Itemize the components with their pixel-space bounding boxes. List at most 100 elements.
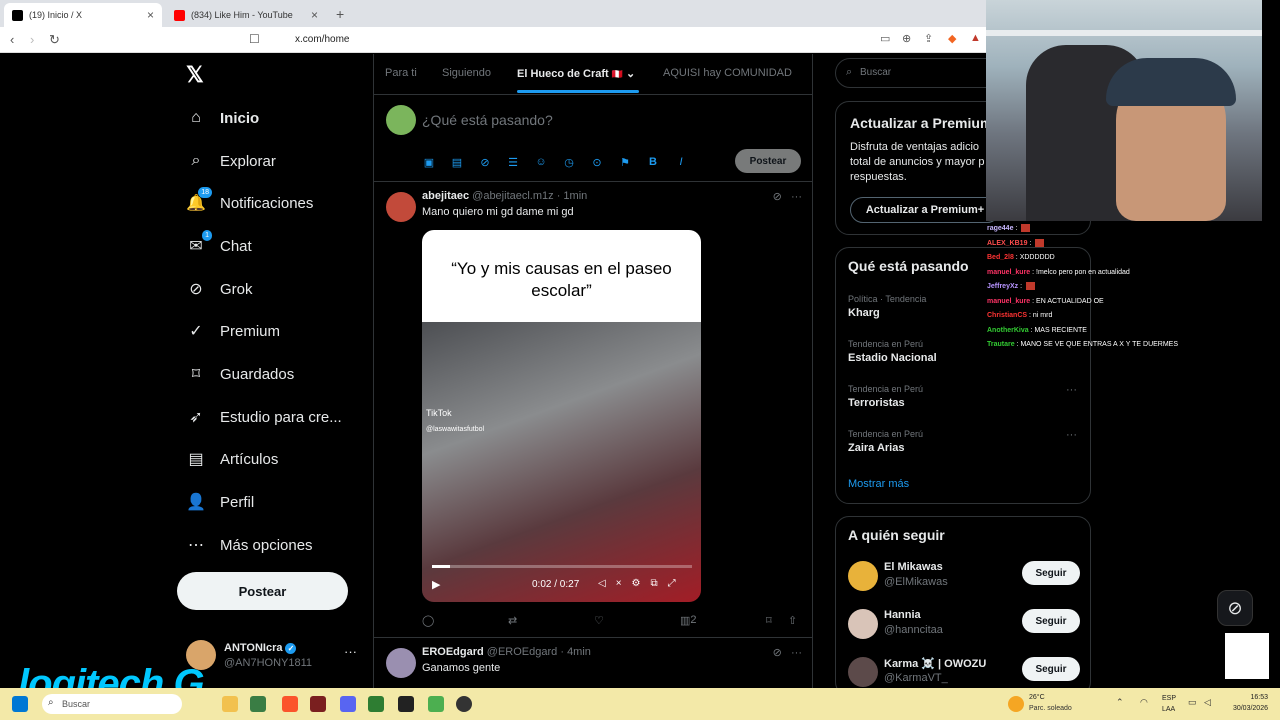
back-icon[interactable]: ‹ (10, 32, 14, 47)
taskbar-search[interactable]: ⌕ Buscar (42, 694, 182, 714)
bookmark-icon[interactable]: ⌑ (766, 614, 772, 627)
bold-icon[interactable]: B (646, 155, 660, 169)
network-icon[interactable]: ▭ (1188, 697, 1197, 708)
more-icon[interactable]: ··· (1066, 384, 1077, 396)
follow-button[interactable]: Seguir (1022, 609, 1080, 633)
video-frame[interactable]: TikTok @laswawitasfutbol ▶ 0:02 / 0:27 ◁… (422, 322, 701, 602)
tweet-author-handle[interactable]: @abejitaecl.m1z (472, 190, 553, 202)
app-icon[interactable] (368, 696, 384, 712)
zoom-icon[interactable]: ⊕ (902, 32, 911, 45)
tweet-time[interactable]: 1min (563, 190, 587, 202)
grok-icon[interactable]: ⊘ (478, 155, 492, 169)
follow-name[interactable]: Karma ☠️ | OWOZU (884, 657, 986, 670)
volume-icon[interactable]: ◁ (1204, 697, 1211, 708)
reply-icon[interactable]: ◯ (422, 614, 434, 627)
app-icon[interactable] (310, 696, 326, 712)
tweet[interactable]: EROEdgard @EROEdgard · 4min ⊘ ··· Ganamo… (374, 638, 812, 694)
windows-start-icon[interactable] (12, 696, 28, 712)
avatar[interactable] (848, 561, 878, 591)
follow-handle[interactable]: @hanncitaa (884, 624, 943, 636)
tweet-video[interactable]: “Yo y mis causas en el paseo escolar” Ti… (422, 230, 701, 602)
clock[interactable]: 16:53 (1222, 694, 1268, 701)
close-tab-icon[interactable]: × (147, 8, 154, 22)
compose-post-button[interactable]: Postear (735, 149, 801, 173)
capcut-icon[interactable] (398, 696, 414, 712)
brave-icon[interactable] (282, 696, 298, 712)
sidebar-item-bookmark[interactable]: ⌑ Guardados (186, 359, 294, 389)
tab-para-ti[interactable]: Para ti (385, 67, 417, 79)
flag-icon[interactable]: ⚑ (618, 155, 632, 169)
image-icon[interactable]: ▣ (422, 155, 436, 169)
trend-item[interactable]: Tendencia en Perú Zaira Arias (848, 429, 923, 454)
tweet-time[interactable]: 4min (567, 646, 591, 658)
emoji-icon[interactable]: ☺ (534, 155, 548, 169)
grok-icon[interactable]: ⊘ (773, 191, 782, 203)
browser-tab-youtube[interactable]: (834) Like Him - YouTube × (166, 3, 326, 27)
url-field[interactable]: x.com/home (295, 34, 349, 45)
region-label[interactable]: LAA (1162, 706, 1175, 713)
italic-icon[interactable]: I (674, 155, 688, 169)
date[interactable]: 30/03/2026 (1222, 705, 1268, 712)
tweet[interactable]: abejitaec @abejitaecl.m1z · 1min ⊘ ··· M… (374, 182, 812, 638)
follow-suggestion[interactable]: El Mikawas @ElMikawas Seguir (848, 559, 1084, 595)
schedule-icon[interactable]: ◷ (562, 155, 576, 169)
bookmark-page-icon[interactable]: ☐ (249, 32, 260, 46)
tweet-author-handle[interactable]: @EROEdgard (487, 646, 557, 658)
share-icon[interactable]: ⇪ (924, 32, 933, 45)
sidebar-item-search[interactable]: ⌕ Explorar (186, 146, 276, 176)
fullscreen-icon[interactable]: ⤢ (668, 578, 686, 589)
poll-icon[interactable]: ☰ (506, 155, 520, 169)
post-button[interactable]: Postear (177, 572, 348, 610)
upgrade-premium-button[interactable]: Actualizar a Premium+ (850, 197, 1000, 223)
file-explorer-icon[interactable] (222, 696, 238, 712)
sidebar-item-chat[interactable]: ✉ 1 Chat (186, 230, 252, 261)
views-icon[interactable]: ▥ 2 (680, 614, 697, 627)
follow-name[interactable]: Hannia (884, 609, 921, 621)
tab-aquisi[interactable]: AQUISI hay COMUNIDAD (663, 67, 792, 79)
more-icon[interactable]: ··· (791, 191, 802, 203)
play-icon[interactable]: ▶ (432, 578, 440, 591)
follow-button[interactable]: Seguir (1022, 657, 1080, 681)
account-switcher[interactable]: ANTONIcra ✓ @AN7HONY1811 ··· (186, 640, 361, 674)
close-tab-icon[interactable]: × (311, 8, 318, 22)
tab-siguiendo[interactable]: Siguiendo (442, 67, 491, 79)
app-icon[interactable] (250, 696, 266, 712)
mute-icon[interactable]: ◁× (598, 578, 632, 589)
wifi-icon[interactable]: ◠ (1140, 697, 1148, 708)
follow-name[interactable]: El Mikawas (884, 561, 943, 573)
sidebar-item-article[interactable]: ▤ Artículos (186, 444, 278, 474)
follow-suggestion[interactable]: Hannia @hanncitaa Seguir (848, 607, 1084, 643)
screen-icon[interactable]: ▭ (880, 32, 890, 45)
tweet-author-name[interactable]: EROEdgard (422, 646, 484, 658)
avatar[interactable] (848, 657, 878, 687)
language-label[interactable]: ESP (1162, 695, 1176, 702)
obs-icon[interactable] (456, 696, 472, 712)
tab-community[interactable]: El Hueco de Craft 🇵🇪 ⌄ (517, 67, 635, 80)
rewards-icon[interactable]: ▲ (970, 32, 981, 44)
avatar[interactable] (848, 609, 878, 639)
sidebar-item-bell[interactable]: 🔔 18 Notificaciones (186, 187, 313, 218)
share-icon[interactable]: ⇧ (788, 614, 797, 627)
follow-button[interactable]: Seguir (1022, 561, 1080, 585)
reload-icon[interactable]: ↻ (49, 32, 60, 48)
discord-icon[interactable] (340, 696, 356, 712)
sidebar-item-home[interactable]: ⌂ Inicio (186, 103, 259, 133)
avatar[interactable] (386, 648, 416, 678)
trend-item[interactable]: Política · Tendencia Kharg (848, 294, 926, 319)
follow-suggestion[interactable]: Karma ☠️ | OWOZU @KarmaVT_ Seguir (848, 655, 1084, 691)
sidebar-item-grok[interactable]: ⊘ Grok (186, 274, 252, 304)
new-tab-icon[interactable]: + (336, 6, 344, 22)
trend-item[interactable]: Tendencia en Perú Terroristas (848, 384, 923, 409)
follow-handle[interactable]: @ElMikawas (884, 576, 948, 588)
show-more-link[interactable]: Mostrar más (848, 478, 909, 490)
x-logo-icon[interactable]: 𝕏 (186, 62, 204, 88)
more-icon[interactable]: ··· (1066, 429, 1077, 441)
sidebar-item-premium[interactable]: ✓ Premium (186, 316, 280, 346)
grok-icon[interactable]: ⊘ (773, 647, 782, 659)
avatar[interactable] (386, 192, 416, 222)
trend-item[interactable]: Tendencia en Perú Estadio Nacional (848, 339, 937, 364)
video-progress-bar[interactable] (432, 565, 692, 568)
chevron-up-icon[interactable]: ⌃ (1116, 697, 1124, 708)
more-icon[interactable]: ··· (344, 644, 357, 659)
location-icon[interactable]: ⊙ (590, 155, 604, 169)
